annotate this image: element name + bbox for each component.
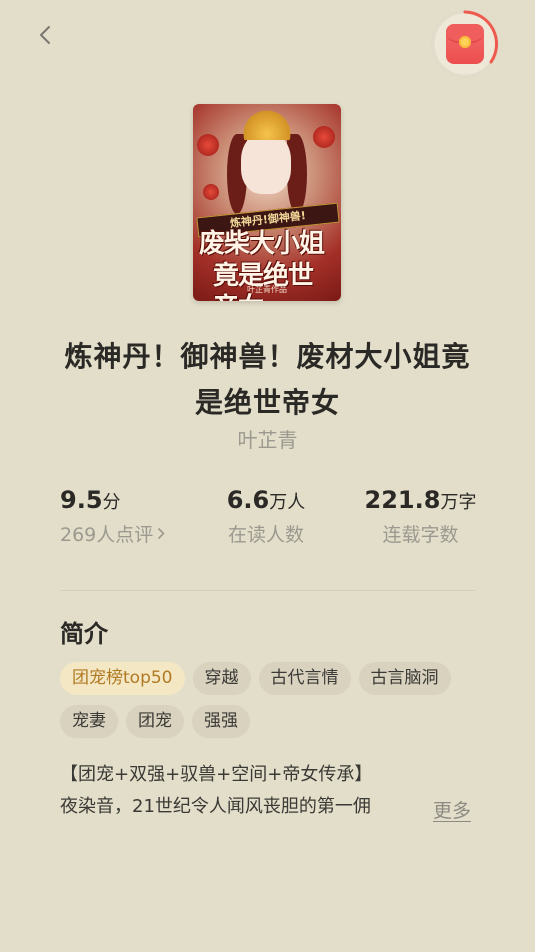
words-stat: 221.8万字 连载字数 — [358, 486, 483, 547]
tag-item[interactable]: 古言脑洞 — [358, 662, 451, 695]
chevron-right-icon — [157, 523, 165, 545]
tag-item[interactable]: 古代言情 — [258, 662, 351, 695]
tag-item[interactable]: 穿越 — [192, 662, 251, 695]
chevron-left-icon — [38, 25, 52, 49]
tag-ranking[interactable]: 团宠榜top50 — [60, 662, 185, 695]
book-cover[interactable]: 炼神丹!御神兽! 废柴大小姐 竟是绝世帝女 叶芷青作品 — [193, 104, 341, 301]
book-description: 【团宠+双强+驭兽+空间+帝女传承】 夜染音，21世纪令人闻风丧胆的第一佣 — [60, 760, 480, 824]
readers-unit: 万人 — [269, 492, 306, 513]
red-packet-button[interactable] — [431, 10, 499, 78]
tag-list: 团宠榜top50 穿越 古代言情 古言脑洞宠妻 团宠 强强 — [60, 662, 480, 748]
words-value: 221.8 — [364, 486, 441, 514]
words-unit: 万字 — [440, 492, 477, 513]
rating-count-label: 269人点评 — [60, 524, 154, 546]
book-author[interactable]: 叶芷青 — [0, 424, 535, 453]
readers-value: 6.6 — [226, 486, 270, 514]
rating-value: 9.5 — [60, 486, 103, 514]
stats-row: 9.5分 269人点评 6.6万人 在读人数 221.8万字 连载字数 — [0, 486, 535, 566]
red-envelope-icon — [446, 24, 484, 64]
rating-unit: 分 — [102, 492, 121, 513]
readers-label: 在读人数 — [227, 524, 304, 546]
tag-item[interactable]: 宠妻 — [60, 705, 118, 738]
cover-author-credit: 叶芷青作品 — [247, 285, 287, 294]
rating-stat[interactable]: 9.5分 269人点评 — [60, 486, 165, 547]
back-button[interactable] — [30, 22, 60, 52]
description-line-truncated: 夜染音，21世纪令人闻风丧胆的第一佣 — [60, 790, 420, 824]
readers-stat: 6.6万人 在读人数 — [206, 486, 326, 547]
words-label: 连载字数 — [382, 524, 459, 546]
intro-section-title: 简介 — [60, 620, 108, 648]
more-button[interactable]: 更多 — [433, 796, 471, 823]
description-line: 【团宠+双强+驭兽+空间+帝女传承】 — [60, 764, 373, 785]
divider — [60, 590, 475, 591]
tag-item[interactable]: 强强 — [192, 705, 250, 738]
book-title: 炼神丹！御神兽！废材大小姐竟是绝世帝女 — [64, 340, 471, 419]
tag-item[interactable]: 团宠 — [126, 705, 184, 738]
